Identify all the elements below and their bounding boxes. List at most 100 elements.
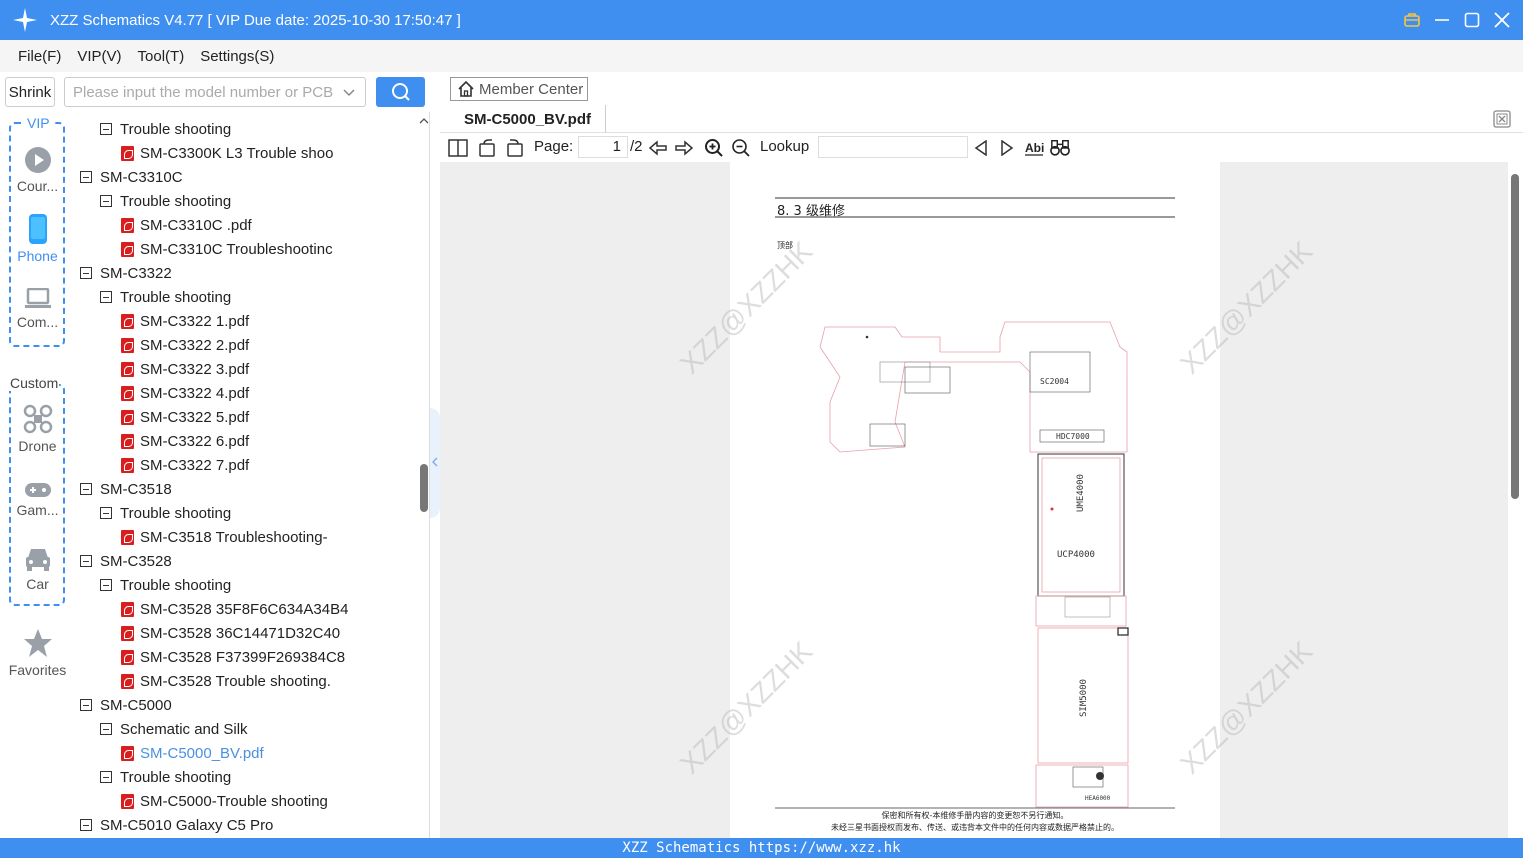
collapse-icon[interactable] — [100, 771, 112, 783]
tree-file-item[interactable]: SM-C3528 F37399F269384C8 — [121, 645, 345, 669]
search-icon — [391, 83, 410, 101]
tree-file-item[interactable]: SM-C3528 35F8F6C634A34B4 — [121, 597, 348, 621]
collapse-icon[interactable] — [100, 195, 112, 207]
lookup-input[interactable] — [818, 136, 968, 158]
close-button[interactable] — [1493, 11, 1511, 29]
menu-settings[interactable]: Settings(S) — [200, 48, 274, 65]
tree-file-item[interactable]: SM-C3528 36C14471D32C40 — [121, 621, 340, 645]
panel-splitter[interactable] — [430, 408, 440, 518]
member-center-button[interactable]: Member Center — [450, 77, 588, 101]
tree-file-item[interactable]: SM-C3322 7.pdf — [121, 453, 249, 477]
menu-vip[interactable]: VIP(V) — [77, 48, 121, 65]
status-bar: XZZ Schematics https://www.xzz.hk — [0, 838, 1523, 858]
tree-scroll-thumb[interactable] — [420, 464, 428, 512]
sidebar-item-phone[interactable]: Phone — [0, 214, 75, 264]
document-scroll-thumb[interactable] — [1511, 174, 1519, 499]
file-tree: Trouble shooting SM-C3300K L3 Trouble sho… — [75, 112, 430, 838]
sidebar-item-game[interactable]: Gam... — [0, 482, 75, 518]
collapse-icon[interactable] — [80, 819, 92, 831]
scroll-up-icon[interactable] — [419, 116, 429, 126]
collapse-icon[interactable] — [80, 555, 92, 567]
menu-tool[interactable]: Tool(T) — [138, 48, 185, 65]
vip-bag-icon[interactable] — [1403, 11, 1421, 29]
collapse-icon[interactable] — [100, 123, 112, 135]
match-case-icon: Abi — [1025, 141, 1044, 156]
menu-file[interactable]: File(F) — [18, 48, 61, 65]
collapse-icon[interactable] — [80, 483, 92, 495]
tree-file-item[interactable]: SM-C3528 Trouble shooting. — [121, 669, 331, 693]
next-page-button[interactable] — [674, 138, 694, 158]
collapse-icon[interactable] — [100, 291, 112, 303]
tree-file-item[interactable]: SM-C5000_BV.pdf — [121, 741, 264, 765]
chevron-down-icon[interactable] — [343, 86, 355, 98]
minimize-button[interactable] — [1433, 11, 1451, 29]
zoom-in-button[interactable] — [704, 138, 724, 158]
tab-document[interactable]: SM-C5000_BV.pdf — [450, 105, 606, 133]
search-button[interactable] — [376, 77, 425, 107]
page-number-input[interactable]: 1 — [578, 136, 628, 158]
close-tab-icon[interactable] — [1493, 110, 1511, 128]
rotate-right-button[interactable] — [504, 138, 524, 158]
drone-icon — [23, 404, 52, 434]
document-scrollbar[interactable] — [1508, 162, 1523, 838]
tree-file-item[interactable]: SM-C3518 Troubleshooting- — [121, 525, 328, 549]
tree-folder-item[interactable]: Trouble shooting — [100, 501, 231, 525]
component-label: SIM5000 — [1079, 679, 1089, 717]
find-next-button[interactable] — [997, 138, 1017, 158]
tree-file-item[interactable]: SM-C5000-Trouble shooting — [121, 789, 328, 813]
lookup-label: Lookup — [760, 138, 810, 155]
tree-file-item[interactable]: SM-C3322 1.pdf — [121, 309, 249, 333]
model-search-input[interactable]: Please input the model number or PCB — [64, 77, 366, 107]
tree-folder-item[interactable]: SM-C3528 — [80, 549, 172, 573]
tree-folder-item[interactable]: Schematic and Silk — [100, 717, 248, 741]
sidebar-item-computer[interactable]: Com... — [0, 288, 75, 330]
sidebar-toggle-button[interactable] — [448, 138, 468, 158]
collapse-icon[interactable] — [100, 507, 112, 519]
tree-folder-item[interactable]: Trouble shooting — [100, 117, 231, 141]
tree-item-label: SM-C3322 3.pdf — [140, 360, 250, 378]
tree-file-item[interactable]: SM-C3310C Troubleshootinc — [121, 237, 333, 261]
find-prev-button[interactable] — [971, 138, 991, 158]
collapse-icon[interactable] — [80, 171, 92, 183]
sidebar-item-drone[interactable]: Drone — [0, 404, 75, 454]
tree-item-label: SM-C3518 Troubleshooting- — [140, 528, 328, 546]
tree-file-item[interactable]: SM-C3300K L3 Trouble shoo — [121, 141, 333, 165]
sidebar-item-favorites[interactable]: Favorites — [0, 628, 75, 678]
tree-folder-item[interactable]: Trouble shooting — [100, 285, 231, 309]
tree-folder-item[interactable]: SM-C5000 — [80, 693, 172, 717]
collapse-icon[interactable] — [80, 267, 92, 279]
rotate-left-button[interactable] — [478, 138, 498, 158]
tree-item-label: Trouble shooting — [120, 120, 232, 138]
chevron-left-icon[interactable] — [431, 456, 439, 468]
tree-folder-item[interactable]: SM-C3518 — [80, 477, 172, 501]
tree-file-item[interactable]: SM-C3322 4.pdf — [121, 381, 249, 405]
shrink-button[interactable]: Shrink — [5, 77, 55, 107]
tree-file-item[interactable]: SM-C3322 5.pdf — [121, 405, 249, 429]
collapse-icon[interactable] — [80, 699, 92, 711]
tree-file-item[interactable]: SM-C3322 2.pdf — [121, 333, 249, 357]
sidebar-item-courses[interactable]: Cour... — [0, 146, 75, 194]
tree-folder-item[interactable]: SM-C5010 Galaxy C5 Pro — [80, 813, 273, 837]
collapse-icon[interactable] — [100, 579, 112, 591]
document-area[interactable]: SC2004 HDC7000 UME4000 UCP4000 SIM5000 H… — [440, 162, 1523, 838]
tree-file-item[interactable]: SM-C3322 6.pdf — [121, 429, 249, 453]
match-case-button[interactable]: Abi — [1024, 138, 1044, 158]
tree-file-item[interactable]: SM-C3322 3.pdf — [121, 357, 249, 381]
sidebar-item-car[interactable]: Car — [0, 546, 75, 592]
arrow-right-icon — [675, 140, 694, 156]
zoom-out-button[interactable] — [731, 138, 751, 158]
tree-scrollbar[interactable] — [419, 112, 429, 838]
collapse-icon[interactable] — [100, 723, 112, 735]
prev-page-button[interactable] — [648, 138, 668, 158]
tree-folder-item[interactable]: SM-C3310C — [80, 165, 183, 189]
maximize-button[interactable] — [1463, 11, 1481, 29]
tree-folder-item[interactable]: Trouble shooting — [100, 765, 231, 789]
binoculars-icon — [1050, 139, 1070, 156]
tree-folder-item[interactable]: SM-C3322 — [80, 261, 172, 285]
tree-folder-item[interactable]: Trouble shooting — [100, 573, 231, 597]
tree-file-item[interactable]: SM-C3310C .pdf — [121, 213, 252, 237]
component-label: UCP4000 — [1057, 550, 1095, 560]
find-all-button[interactable] — [1050, 138, 1070, 158]
tree-folder-item[interactable]: Trouble shooting — [100, 189, 231, 213]
phone-icon — [28, 214, 47, 244]
